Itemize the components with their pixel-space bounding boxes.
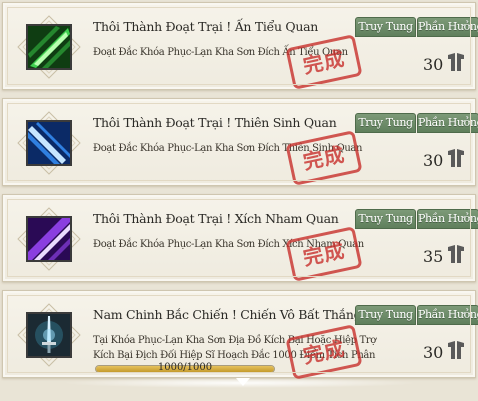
reward-token-icon — [448, 341, 464, 359]
quest-card[interactable]: Nam Chinh Bắc Chiến ! Chiến Vô Bất Thắng… — [2, 290, 478, 380]
quest-list: Thôi Thành Đoạt Trại ! Ấn Tiểu Quan Đoạt… — [0, 0, 478, 401]
reward-count: 30 — [423, 55, 444, 74]
purple-slash-skill-icon — [26, 216, 72, 262]
track-button[interactable]: Truy Tung — [355, 305, 416, 325]
reward-button[interactable]: Phần Hưởng — [417, 17, 478, 37]
reward-button[interactable]: Phần Hưởng — [417, 113, 478, 133]
quest-icon-frame — [17, 111, 81, 175]
green-slash-skill-icon — [26, 24, 72, 70]
reward-token-icon — [448, 245, 464, 263]
completed-stamp: 完成 — [285, 130, 363, 186]
quest-icon-frame — [17, 303, 81, 367]
completed-stamp: 完成 — [285, 226, 363, 282]
reward-token-icon — [448, 53, 464, 71]
reward-button[interactable]: Phần Hưởng — [417, 305, 478, 325]
sword-skill-icon — [26, 312, 72, 358]
progress-text: 1000/1000 — [157, 362, 213, 373]
reward-token-icon — [448, 149, 464, 167]
completed-stamp: 完成 — [285, 34, 363, 90]
reward-count: 30 — [423, 151, 444, 170]
quest-title: Thôi Thành Đoạt Trại ! Xích Nham Quan — [93, 211, 339, 226]
quest-title: Thôi Thành Đoạt Trại ! Thiên Sinh Quan — [93, 115, 337, 130]
track-button[interactable]: Truy Tung — [355, 113, 416, 133]
track-button[interactable]: Truy Tung — [355, 209, 416, 229]
scroll-down-arrow-icon[interactable] — [236, 378, 250, 386]
reward-button[interactable]: Phần Hưởng — [417, 209, 478, 229]
blue-slash-skill-icon — [26, 120, 72, 166]
quest-icon-frame — [17, 15, 81, 79]
quest-title: Thôi Thành Đoạt Trại ! Ấn Tiểu Quan — [93, 19, 318, 34]
quest-card[interactable]: Thôi Thành Đoạt Trại ! Thiên Sinh Quan Đ… — [2, 98, 478, 186]
quest-card[interactable]: Thôi Thành Đoạt Trại ! Xích Nham Quan Đo… — [2, 194, 478, 282]
track-button[interactable]: Truy Tung — [355, 17, 416, 37]
reward-count: 30 — [423, 343, 444, 362]
quest-title: Nam Chinh Bắc Chiến ! Chiến Vô Bất Thắng — [93, 307, 362, 322]
reward-count: 35 — [423, 247, 444, 266]
quest-icon-frame — [17, 207, 81, 271]
quest-card[interactable]: Thôi Thành Đoạt Trại ! Ấn Tiểu Quan Đoạt… — [2, 2, 478, 90]
